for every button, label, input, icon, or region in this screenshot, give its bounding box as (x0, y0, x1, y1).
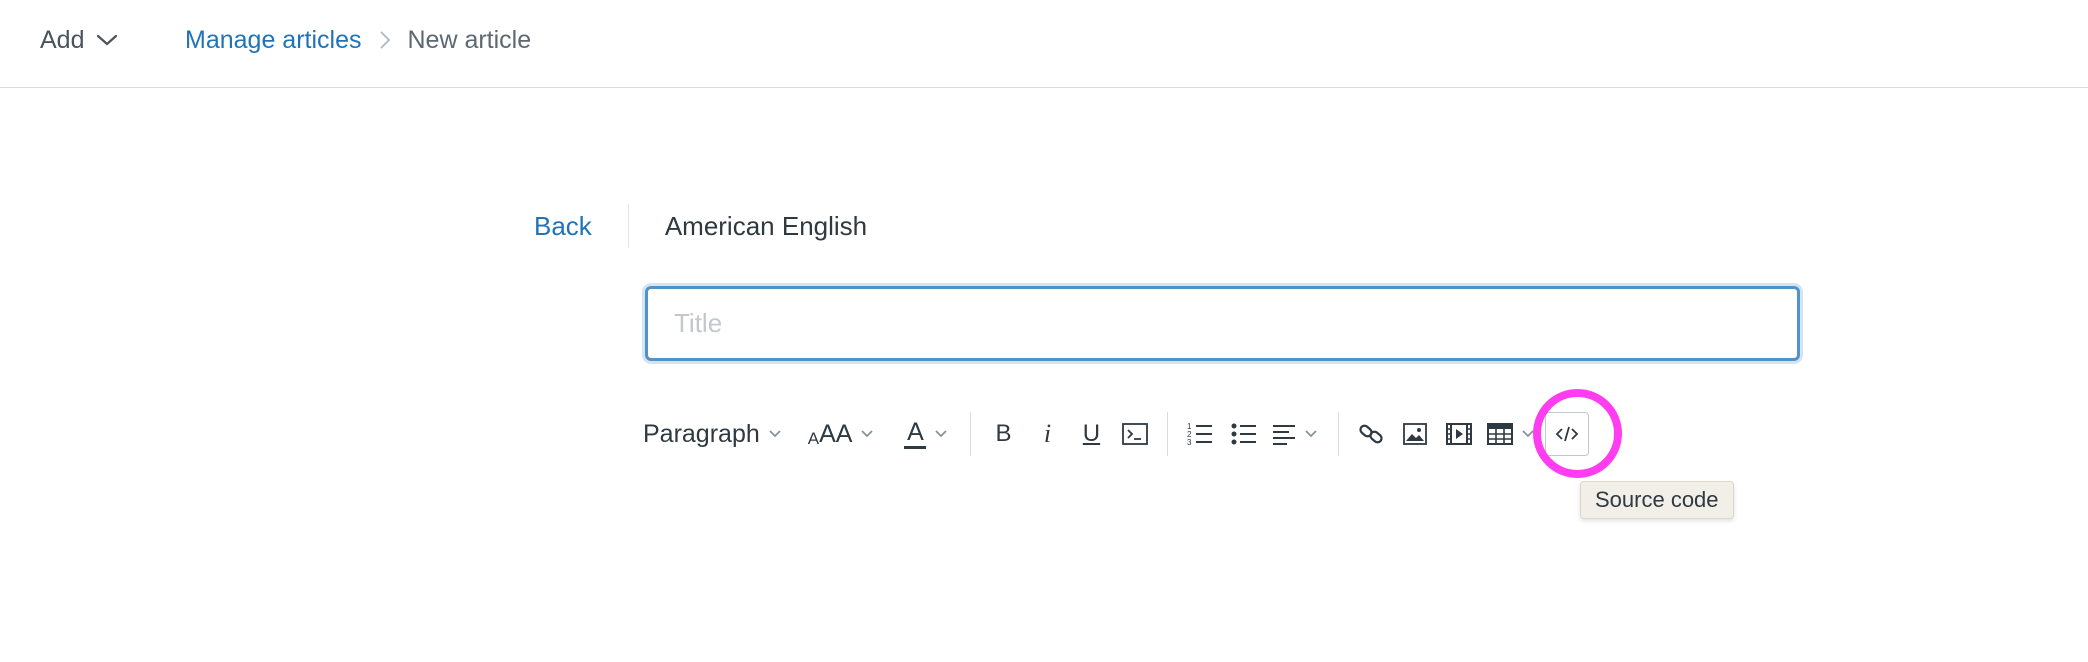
bold-icon: B (995, 420, 1012, 447)
chevron-right-icon (379, 29, 391, 51)
code-block-icon (1122, 423, 1149, 445)
chevron-down-icon (96, 33, 118, 47)
chevron-down-icon (768, 429, 782, 439)
link-icon (1358, 421, 1384, 447)
back-link[interactable]: Back (534, 211, 592, 242)
video-icon (1446, 423, 1473, 445)
top-bar: Add Manage articles New article (0, 0, 2088, 88)
chevron-down-icon (1304, 429, 1318, 439)
font-size-icon: A AA (807, 419, 853, 448)
svg-text:3: 3 (1187, 438, 1192, 447)
source-code-icon (1555, 425, 1579, 443)
bulleted-list-button[interactable] (1222, 412, 1266, 456)
link-button[interactable] (1349, 412, 1393, 456)
text-color-icon: A (904, 417, 927, 449)
table-icon (1487, 423, 1514, 445)
breadcrumb-current-page: New article (407, 25, 532, 54)
numbered-list-button[interactable]: 1 2 3 (1178, 412, 1222, 456)
toolbar-divider (1167, 412, 1169, 456)
chevron-down-icon (1521, 429, 1535, 439)
editor-header: Back American English (534, 200, 867, 252)
add-menu-button[interactable]: Add (40, 20, 118, 60)
numbered-list-icon: 1 2 3 (1187, 421, 1213, 447)
align-dropdown[interactable] (1272, 412, 1318, 456)
add-menu-label: Add (40, 25, 85, 54)
bold-button[interactable]: B (981, 412, 1025, 456)
italic-button[interactable]: i (1025, 412, 1069, 456)
block-format-dropdown[interactable]: Paragraph (643, 412, 782, 456)
video-button[interactable] (1437, 412, 1481, 456)
image-button[interactable] (1393, 412, 1437, 456)
text-color-dropdown[interactable]: A (904, 412, 948, 456)
breadcrumb: Manage articles New article (185, 20, 531, 60)
underline-icon: U (1082, 420, 1101, 447)
toolbar-divider (970, 412, 972, 456)
chevron-down-icon (860, 429, 874, 439)
locale-label: American English (664, 210, 868, 241)
table-dropdown[interactable] (1487, 412, 1535, 456)
code-block-button[interactable] (1113, 412, 1157, 456)
toolbar-divider (1338, 412, 1340, 456)
font-size-dropdown[interactable]: A AA (808, 412, 875, 456)
underline-button[interactable]: U (1069, 412, 1113, 456)
source-code-button[interactable] (1545, 412, 1590, 456)
italic-icon: i (1043, 419, 1052, 448)
text-color-glyph: A (907, 417, 924, 446)
image-icon (1403, 423, 1428, 445)
formatting-toolbar: Paragraph A AA A B i U 1 2 3 (643, 410, 1590, 458)
title-input[interactable] (645, 286, 1800, 361)
chevron-down-icon (934, 429, 948, 439)
source-code-tooltip: Source code (1580, 481, 1734, 519)
tooltip-text: Source code (1595, 487, 1719, 512)
bulleted-list-icon (1231, 421, 1257, 447)
divider (627, 204, 629, 248)
breadcrumb-manage-articles[interactable]: Manage articles (185, 26, 361, 55)
block-format-label: Paragraph (643, 419, 760, 448)
font-size-glyph: AA (819, 419, 853, 448)
align-left-icon (1272, 423, 1296, 445)
